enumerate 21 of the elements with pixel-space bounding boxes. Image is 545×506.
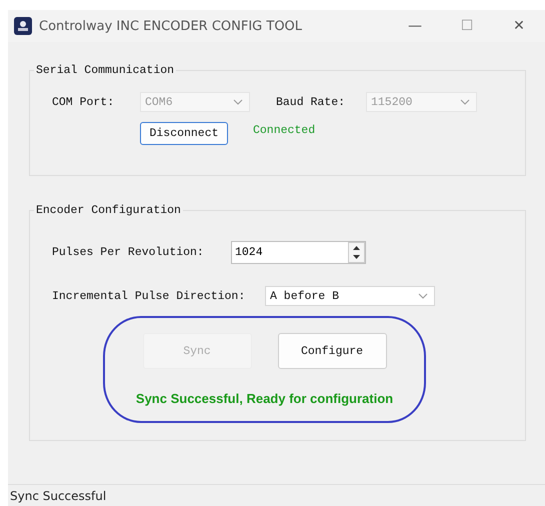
field-label: COM Port: [52, 96, 116, 108]
field-label: Incremental Pulse Direction: [52, 290, 246, 302]
close-button[interactable]: ✕ [493, 18, 545, 34]
chevron-down-icon [233, 99, 243, 105]
spin-arrows-icon [348, 242, 365, 263]
configure-button[interactable]: Configure [278, 333, 386, 369]
minimize-button[interactable]: — [389, 18, 441, 34]
status-text: Sync Successful [10, 488, 106, 502]
field-label: Pulses Per Revolution: [52, 246, 205, 259]
group-title: Serial Communication [35, 64, 176, 77]
chevron-down-icon [460, 99, 470, 105]
chevron-down-icon [418, 293, 428, 299]
pulses-spinbox[interactable]: 1024 [231, 241, 366, 264]
field-label: Baud Rate: [276, 96, 346, 108]
direction-dropdown[interactable]: A before B [265, 286, 435, 306]
success-message: Sync Successful, Ready for configuration [136, 391, 394, 406]
disconnect-button[interactable]: Disconnect [140, 122, 228, 145]
window-title: Controlway INC ENCODER CONFIG TOOL [39, 18, 304, 34]
app-icon [14, 17, 32, 35]
connection-status: Connected [253, 124, 316, 137]
group-title: Encoder Configuration [35, 204, 182, 217]
